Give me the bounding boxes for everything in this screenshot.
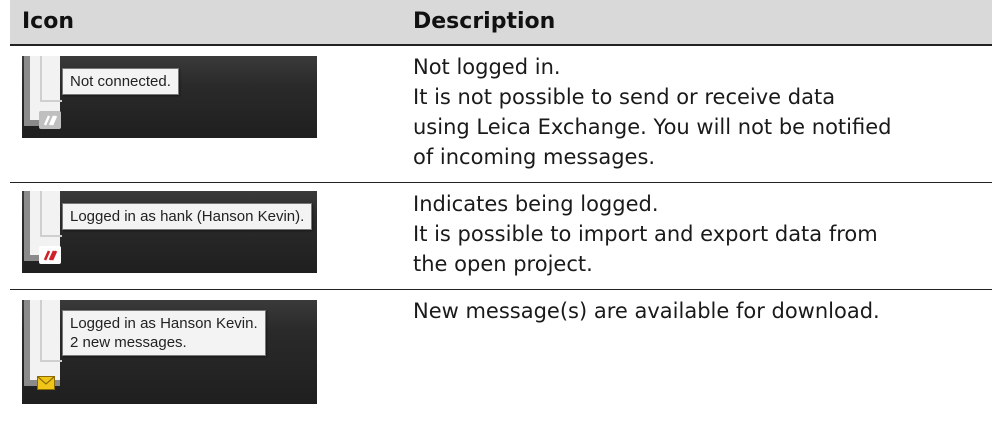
table-row: Logged in as Hanson Kevin. 2 new message… xyxy=(10,290,992,414)
tooltip: Logged in as Hanson Kevin. 2 new message… xyxy=(62,310,266,356)
leica-exchange-disconnected-icon xyxy=(39,111,61,129)
row-description: New message(s) are available for downloa… xyxy=(413,299,880,323)
header-icon: Icon xyxy=(22,9,75,34)
tooltip: Logged in as hank (Hanson Kevin). xyxy=(62,203,313,230)
icon-description-table: Icon Description Not connected. Not logg… xyxy=(10,0,992,414)
table-row: Logged in as hank (Hanson Kevin). Indica… xyxy=(10,183,992,290)
status-screenshot: Logged in as Hanson Kevin. 2 new message… xyxy=(22,300,317,404)
status-screenshot: Logged in as hank (Hanson Kevin). xyxy=(22,191,317,273)
header-description: Description xyxy=(413,9,556,34)
status-screenshot: Not connected. xyxy=(22,56,317,138)
table-row: Not connected. Not logged in. It is not … xyxy=(10,46,992,183)
row-description: Not logged in. It is not possible to sen… xyxy=(413,55,892,169)
tooltip: Not connected. xyxy=(62,68,179,95)
envelope-icon xyxy=(37,376,55,390)
table-header: Icon Description xyxy=(10,0,992,46)
leica-exchange-connected-icon xyxy=(39,246,61,264)
row-description: Indicates being logged. It is possible t… xyxy=(413,192,878,276)
